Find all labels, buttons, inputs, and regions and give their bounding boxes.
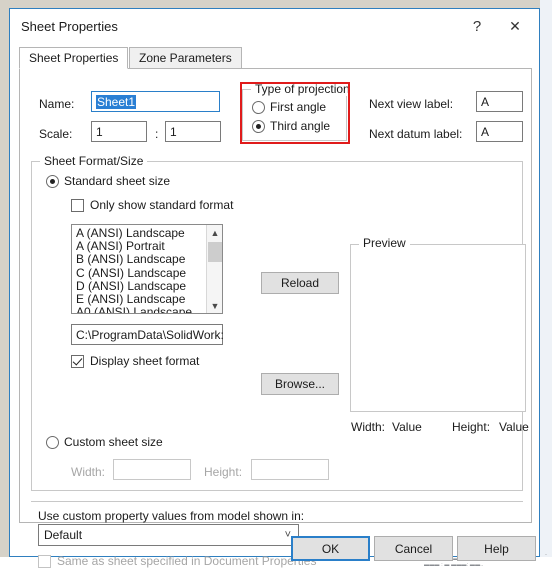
preview-width-label: Width: — [351, 420, 386, 434]
tab-sheet-properties-label: Sheet Properties — [29, 51, 119, 65]
sheet-size-listbox[interactable]: A (ANSI) Landscape A (ANSI) Portrait B (… — [71, 224, 223, 314]
checkbox-only-show-standard-format-box — [71, 198, 84, 212]
cancel-button-label: Cancel — [394, 541, 433, 556]
ok-button-label: OK — [321, 541, 340, 556]
reload-button-label: Reload — [280, 276, 320, 290]
dialog-titlebar: Sheet Properties ? ✕ — [10, 9, 539, 45]
sheet-properties-dialog: Sheet Properties ? ✕ Sheet Properties Zo… — [9, 8, 540, 568]
sheet-format-path-input[interactable]: C:\ProgramData\SolidWork: — [71, 324, 224, 345]
custom-property-dropdown-value: Default — [44, 528, 83, 542]
checkbox-display-sheet-format-label: Display sheet format — [90, 354, 200, 368]
checkbox-display-sheet-format-box — [71, 354, 84, 368]
radio-first-angle[interactable]: First angle — [252, 100, 326, 114]
custom-property-prompt: Use custom property values from model sh… — [38, 509, 305, 523]
radio-first-angle-label: First angle — [270, 100, 327, 114]
list-item[interactable]: B (ANSI) Landscape — [76, 253, 205, 266]
scroll-down-arrow-icon[interactable]: ▼ — [207, 298, 222, 313]
tab-zone-parameters[interactable]: Zone Parameters — [129, 47, 242, 69]
tab-sheet-properties[interactable]: Sheet Properties — [19, 47, 129, 69]
preview-height-value: Value — [499, 420, 529, 434]
sheet-size-listbox-items: A (ANSI) Landscape A (ANSI) Portrait B (… — [72, 225, 205, 313]
scale-separator: : — [155, 127, 159, 141]
sheet-format-size-group: Sheet Format/Size Standard sheet size On… — [31, 154, 529, 491]
custom-width-input[interactable] — [113, 459, 191, 480]
checkbox-same-as-sheet-label: Same as sheet specified in Document Prop… — [57, 554, 317, 568]
list-item[interactable]: A0 (ANSI) Landscape — [76, 306, 205, 313]
type-of-projection-group: Type of projection First angle Third ang… — [242, 82, 354, 141]
section-divider — [31, 501, 523, 502]
next-datum-label: Next datum label: — [369, 127, 463, 141]
scale-numerator-input[interactable]: 1 — [91, 121, 147, 142]
tab-strip: Sheet Properties Zone Parameters — [19, 47, 532, 69]
radio-first-angle-indicator — [252, 100, 265, 114]
preview-title: Preview — [359, 236, 410, 250]
next-datum-label-value: A — [481, 124, 490, 139]
preview-panel — [350, 244, 526, 412]
reload-button[interactable]: Reload — [261, 272, 339, 294]
custom-height-input[interactable] — [251, 459, 329, 480]
sheet-format-path-value: C:\ProgramData\SolidWork: — [76, 327, 224, 342]
custom-width-label: Width: — [71, 465, 106, 479]
help-button[interactable]: Help — [457, 536, 536, 561]
radio-third-angle[interactable]: Third angle — [252, 119, 330, 133]
background-right-strip — [540, 0, 552, 571]
checkbox-only-show-standard-format[interactable]: Only show standard format — [71, 198, 233, 212]
browse-button-label: Browse... — [274, 377, 325, 391]
sheet-format-size-title: Sheet Format/Size — [40, 154, 148, 168]
name-input[interactable]: Sheet1 — [91, 91, 220, 112]
custom-height-label: Height: — [204, 465, 243, 479]
scale-label: Scale: — [39, 127, 73, 141]
list-item[interactable]: C (ANSI) Landscape — [76, 266, 205, 280]
preview-width-value: Value — [392, 420, 422, 434]
tab-zone-parameters-label: Zone Parameters — [139, 51, 232, 65]
checkbox-display-sheet-format[interactable]: Display sheet format — [71, 354, 199, 368]
help-button-label: Help — [484, 541, 509, 556]
radio-custom-sheet-size[interactable]: Custom sheet size — [46, 435, 163, 449]
background-right-mark: · — [545, 552, 547, 558]
tab-page-sheet-properties: Name: Sheet1 Scale: 1 : 1 Type of projec… — [19, 68, 532, 568]
next-view-label-value: A — [481, 94, 490, 109]
radio-standard-sheet-size-label: Standard sheet size — [64, 174, 171, 188]
help-icon[interactable]: ? — [463, 13, 491, 39]
sheet-size-listbox-scrollbar[interactable]: ▲ ▼ — [206, 225, 222, 313]
checkbox-only-show-standard-format-label: Only show standard format — [90, 198, 234, 212]
radio-standard-sheet-size[interactable]: Standard sheet size — [46, 174, 170, 188]
name-input-value: Sheet1 — [96, 94, 137, 109]
preview-height-label: Height: — [452, 420, 491, 434]
ok-button[interactable]: OK — [291, 536, 370, 561]
radio-standard-sheet-size-indicator — [46, 174, 59, 188]
scroll-up-arrow-icon[interactable]: ▲ — [207, 225, 222, 240]
type-of-projection-title: Type of projection — [251, 82, 354, 96]
radio-custom-sheet-size-indicator — [46, 435, 59, 449]
scrollbar-thumb[interactable] — [208, 242, 222, 262]
next-view-label: Next view label: — [369, 97, 454, 111]
custom-property-dropdown[interactable]: Default ˅ — [38, 524, 299, 546]
close-icon[interactable]: ✕ — [501, 13, 529, 39]
scale-denominator-value: 1 — [170, 124, 177, 139]
next-datum-label-input[interactable]: A — [476, 121, 523, 142]
checkbox-same-as-sheet-document-properties[interactable]: Same as sheet specified in Document Prop… — [38, 554, 316, 568]
radio-third-angle-label: Third angle — [270, 119, 331, 133]
background-faint-text-line2: ▬▬▬ : ▬ ▬▬▬: ▬▬.. — [424, 562, 484, 568]
browse-button[interactable]: Browse... — [261, 373, 339, 395]
dialog-title: Sheet Properties — [21, 19, 118, 34]
scale-numerator-value: 1 — [96, 124, 103, 139]
next-view-label-input[interactable]: A — [476, 91, 523, 112]
checkbox-same-as-sheet-box — [38, 554, 51, 568]
name-label: Name: — [39, 97, 75, 111]
background-left-strip — [0, 0, 9, 571]
scale-denominator-input[interactable]: 1 — [165, 121, 221, 142]
cancel-button[interactable]: Cancel — [374, 536, 453, 561]
radio-custom-sheet-size-label: Custom sheet size — [64, 435, 163, 449]
radio-third-angle-indicator — [252, 119, 265, 133]
